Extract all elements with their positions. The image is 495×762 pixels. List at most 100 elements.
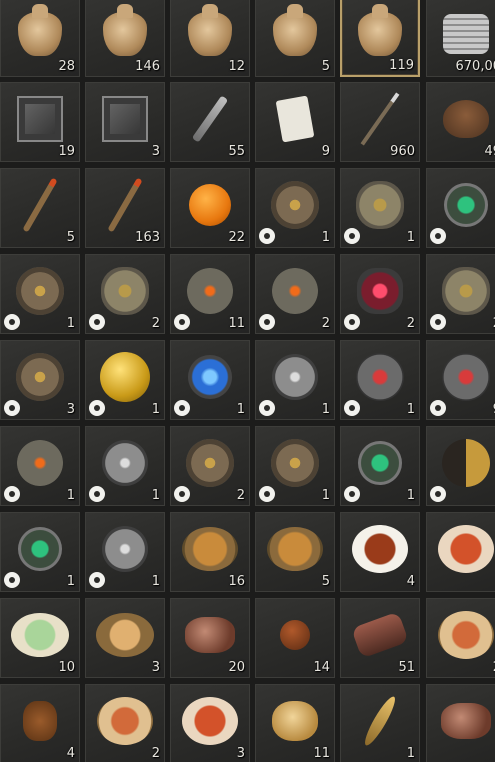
item-quantity: 1 [151,574,160,589]
inventory-slot[interactable]: 1 [340,168,420,248]
inventory-slot[interactable]: 146 [85,0,165,77]
inventory-slot[interactable]: 55 [170,82,250,162]
equip-badge-icon [89,486,105,502]
inventory-slot[interactable]: 28 [0,0,80,77]
rice-cake-icon [23,700,57,741]
inventory-slot[interactable]: 1 [85,340,165,420]
item-quantity: 2 [321,316,330,331]
inventory-slot[interactable]: 1 [170,340,250,420]
inventory-slot[interactable]: 16 [170,512,250,592]
inventory-slot[interactable]: 1 [0,512,80,592]
inventory-slot[interactable]: 12 [170,0,250,77]
inventory-slot[interactable]: 19 [0,82,80,162]
dried-fish-icon [360,693,400,749]
inventory-slot[interactable]: 2 [340,254,420,334]
inventory-slot[interactable]: 9 [255,82,335,162]
inventory-slot[interactable]: 2 [255,254,335,334]
inventory-slot[interactable]: 2 [426,598,495,678]
inventory-slot[interactable] [426,168,495,248]
item-quantity: 5 [66,230,75,245]
inventory-slot[interactable]: 4 [0,684,80,762]
inventory-slot[interactable]: 20 [170,598,250,678]
inventory-slot[interactable]: 1 [340,340,420,420]
item-quantity: 1 [406,488,415,503]
inventory-slot[interactable]: 1 [85,426,165,506]
inventory-slot[interactable]: 1 [340,684,420,762]
inventory-slot[interactable] [426,512,495,592]
inventory-slot[interactable]: 3 [0,340,80,420]
bronze-gear-icon [271,180,319,229]
inventory-slot[interactable]: 1 [340,426,420,506]
inventory-slot[interactable]: 22 [170,168,250,248]
inventory-slot[interactable]: 9 [426,340,495,420]
inventory-slot[interactable]: 2 [170,426,250,506]
steel-emblem-icon [272,353,318,400]
inventory-slot[interactable]: 14 [255,598,335,678]
item-quantity: 3 [151,660,160,675]
inventory-slot[interactable]: 5 [0,168,80,248]
item-quantity: 20 [228,660,245,675]
equip-badge-icon [174,314,190,330]
item-quantity: 2 [151,746,160,761]
item-quantity: 49 [484,144,495,159]
green-orb-icon [444,182,488,227]
item-quantity: 1 [321,488,330,503]
inventory-slot[interactable]: 2 [85,684,165,762]
equip-badge-icon [430,314,446,330]
lava-stone-icon [187,267,233,314]
torch-arrow-icon [107,175,143,235]
equip-badge-icon [430,228,446,244]
equip-badge-icon [344,486,360,502]
inventory-slot[interactable]: 1 [85,512,165,592]
inventory-slot[interactable]: 670,00 [426,0,495,77]
inventory-slot[interactable]: 51 [340,598,420,678]
item-quantity: 1 [151,402,160,417]
item-quantity: 2 [406,316,415,331]
inventory-slot[interactable]: 2 [85,254,165,334]
item-quantity: 9 [321,144,330,159]
inventory-slot[interactable]: 10 [0,598,80,678]
inventory-slot[interactable]: 119 [340,0,420,77]
equip-badge-icon [4,572,20,588]
leather-bag-icon [443,99,489,138]
inventory-slot[interactable]: 3 [85,598,165,678]
inventory-slot[interactable] [426,426,495,506]
inventory-slot[interactable]: 1 [255,340,335,420]
inventory-slot[interactable]: 1 [0,426,80,506]
stew-icon [267,526,323,571]
item-quantity: 1 [321,402,330,417]
item-quantity: 1 [66,488,75,503]
inventory-slot[interactable]: 5 [255,512,335,592]
inventory-slot[interactable]: 49 [426,82,495,162]
stew-icon [182,526,238,571]
inventory-slot[interactable]: 163 [85,168,165,248]
ruby-stone-icon [357,267,403,314]
equip-badge-icon [174,400,190,416]
inventory-slot[interactable]: 1 [255,426,335,506]
inventory-slot[interactable]: 5 [255,0,335,77]
item-quantity: 163 [135,230,160,245]
inventory-slot[interactable]: 2 [426,254,495,334]
bronze-gear-icon [16,352,64,401]
inventory-slot[interactable] [426,684,495,762]
bronze-disc-icon [442,266,490,315]
inventory-slot[interactable]: 11 [170,254,250,334]
inventory-slot[interactable]: 960 [340,82,420,162]
item-quantity: 28 [58,59,75,74]
equip-badge-icon [4,400,20,416]
item-quantity: 1 [151,488,160,503]
bronze-gear-icon [16,266,64,315]
meatball-icon [280,619,310,650]
inventory-slot[interactable]: 3 [85,82,165,162]
inventory-slot[interactable]: 1 [255,168,335,248]
item-quantity: 1 [406,230,415,245]
red-spiked-orb-icon [442,352,490,401]
lava-stone-icon [17,439,63,486]
inventory-slot[interactable]: 1 [0,254,80,334]
inventory-slot[interactable]: 4 [340,512,420,592]
inventory-slot[interactable]: 3 [170,684,250,762]
paper-charm-icon [275,95,315,143]
inventory-slot[interactable]: 11 [255,684,335,762]
inventory-grid: 28146125119670,0019355996049516322111211… [0,0,495,762]
item-quantity: 5 [321,59,330,74]
